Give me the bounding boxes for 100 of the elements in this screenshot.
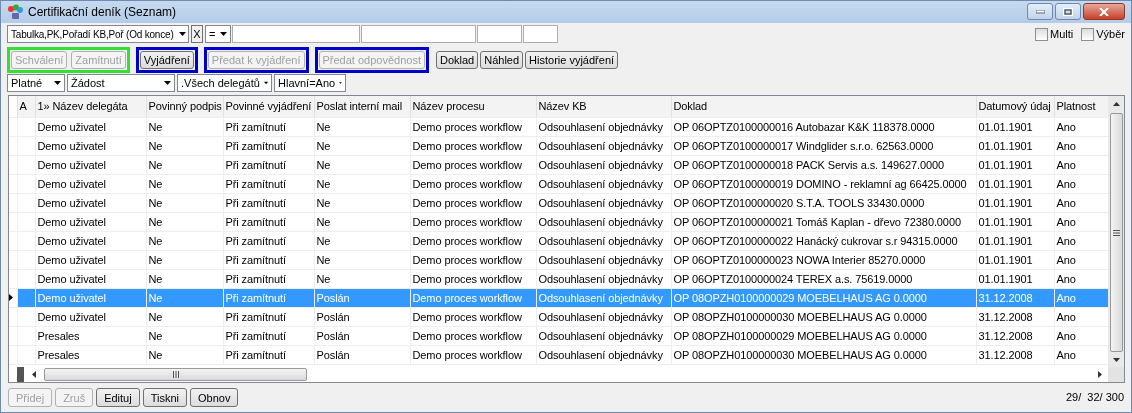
vertical-scrollbar[interactable]	[1108, 96, 1124, 367]
table-cell: Při zamítnutí	[223, 174, 314, 194]
checkbox-label: Výběr	[1096, 27, 1125, 43]
table-cell: Ne	[314, 231, 410, 251]
table-cell: OP 08OPZH0100000030 MOEBELHAUS AG 0.0000	[671, 345, 976, 365]
footer-button[interactable]: Obnov	[190, 388, 239, 407]
table-row[interactable]: Demo uživatel Ne Při zamítnutí Ne Demo proces workflow Odsouhlasení objednávky OP 06OPTZ0100000017 Windglider s.r.o. 62563.0000 01.01.1901 Ano	[9, 136, 1108, 156]
input-field[interactable]	[477, 25, 522, 44]
table-cell: Ne	[146, 326, 223, 346]
action-button[interactable]: Vyjádření	[139, 51, 194, 70]
table-row[interactable]: Demo uživatel Ne Při zamítnutí Ne Demo proces workflow Odsouhlasení objednávky OP 06OPTZ0100000016 Autobazar K&K 118378.0000 01.01.1901 Ano	[9, 117, 1108, 137]
table-cell: 31.12.2008	[976, 345, 1054, 365]
table-cell: OP 08OPZH0100000029 MOEBELHAUS AG 0.0000	[671, 326, 976, 346]
table-cell: Demo proces workflow	[410, 326, 536, 346]
maximize-button[interactable]	[1055, 3, 1081, 21]
column-header[interactable]: Poslat interní mail	[314, 96, 410, 118]
table-cell: Demo uživatel	[35, 193, 146, 213]
table-row[interactable]: Demo uživatel Ne Při zamítnutí Ne Demo proces workflow Odsouhlasení objednávky OP 06OPTZ0100000020 S.T.A. TOOLS 33430.0000 01.01.1901 Ano	[9, 193, 1108, 213]
caret-icon	[179, 32, 186, 37]
table-cell: Ne	[146, 212, 223, 232]
table-row[interactable]: Demo uživatel Ne Při zamítnutí Ne Demo proces workflow Odsouhlasení objednávky OP 06OPTZ0100000021 Tomáš Kaplan - dřevo 72380.0000 01.01.1901 Ano	[9, 212, 1108, 232]
table-cell: Demo proces workflow	[410, 174, 536, 194]
column-header[interactable]: Doklad	[671, 96, 976, 118]
app-icon	[7, 3, 23, 20]
table-cell: Odsouhlasení objednávky	[536, 345, 671, 365]
column-header[interactable]: Datumový údaj	[976, 96, 1054, 118]
table-cell: OP 06OPTZ0100000024 TEREX a.s. 75619.0000	[671, 269, 976, 289]
table-cell: Ne	[146, 155, 223, 175]
table-row[interactable]: Demo uživatel Ne Při zamítnutí Ne Demo proces workflow Odsouhlasení objednávky OP 06OPTZ0100000019 DOMINO - reklamní ag 66425.0000 01.01.1901 Ano	[9, 174, 1108, 194]
table-cell: Při zamítnutí	[223, 212, 314, 232]
column-header[interactable]: Povinné vyjádření	[223, 96, 314, 118]
filter-dropdown[interactable]: Platné	[7, 74, 65, 93]
filter-dropdown[interactable]: Žádost	[67, 74, 175, 93]
table-row[interactable]: Presales Ne Při zamítnutí Poslán Demo proces workflow Odsouhlasení objednávky OP 08OPZH0100000030 MOEBELHAUS AG 0.0000 31.12.2008 Ano	[9, 345, 1108, 365]
sort-dropdown[interactable]: Tabulka,PK,Pořadí KB,Poř (Od konce)	[7, 25, 189, 44]
table-cell: Ne	[314, 193, 410, 213]
table-row[interactable]: Demo uživatel Ne Při zamítnutí Poslán Demo proces workflow Odsouhlasení objednávky OP 08OPZH0100000030 MOEBELHAUS AG 0.0000 31.12.2008 Ano	[9, 307, 1108, 327]
column-header[interactable]: 1» Název delegáta	[35, 96, 146, 118]
table-row[interactable]: Demo uživatel Ne Při zamítnutí Ne Demo proces workflow Odsouhlasení objednávky OP 06OPTZ0100000018 PACK Servis a.s. 149627.0000 01.01.1901 Ano	[9, 155, 1108, 175]
table-cell: Demo proces workflow	[410, 193, 536, 213]
footer-button[interactable]: Tiskni	[142, 388, 187, 407]
table-cell: Poslán	[314, 326, 410, 346]
record-counter: 29/ 32/ 300	[1065, 390, 1124, 406]
table-cell: Při zamítnutí	[223, 231, 314, 251]
filter-dropdown[interactable]: .Všech delegátů	[177, 74, 272, 93]
scroll-up-icon	[1112, 102, 1120, 107]
input-field[interactable]	[523, 25, 558, 44]
table-cell: Demo uživatel	[35, 155, 146, 175]
table-row[interactable]: Demo uživatel Ne Při zamítnutí Ne Demo proces workflow Odsouhlasení objednávky OP 06OPTZ0100000022 Hanácký cukrovar s.r 94315.0000 01.01.1901 Ano	[9, 231, 1108, 251]
checkbox[interactable]	[1081, 27, 1095, 41]
table-cell: Ne	[146, 345, 223, 365]
table-cell: Demo proces workflow	[410, 117, 536, 137]
table-cell: Poslán	[314, 307, 410, 327]
column-header[interactable]: Platnost	[1054, 96, 1108, 118]
table-cell: Odsouhlasení objednávky	[536, 326, 671, 346]
minimize-button[interactable]	[1027, 3, 1053, 21]
action-button[interactable]: Doklad	[435, 51, 479, 70]
table-cell: Ne	[314, 155, 410, 175]
action-button[interactable]: Náhled	[480, 51, 524, 70]
table-cell: Poslán	[314, 345, 410, 365]
table-cell: OP 06OPTZ0100000017 Windglider s.r.o. 62563.0000	[671, 136, 976, 156]
input-field[interactable]	[361, 25, 476, 44]
table-cell: 01.01.1901	[976, 231, 1054, 251]
restore-icon	[1063, 7, 1073, 16]
table-cell: 31.12.2008	[976, 326, 1054, 346]
table-cell: Odsouhlasení objednávky	[536, 193, 671, 213]
checkbox-label: Multi	[1050, 27, 1074, 43]
table-row[interactable]: Presales Ne Při zamítnutí Poslán Demo proces workflow Odsouhlasení objednávky OP 08OPZH0100000029 MOEBELHAUS AG 0.0000 31.12.2008 Ano	[9, 326, 1108, 346]
filter-dropdown[interactable]: Hlavní=Ano	[274, 74, 346, 93]
table-cell: Ne	[146, 250, 223, 270]
table-cell: Ne	[146, 269, 223, 289]
operator-dropdown[interactable]: =	[205, 25, 231, 44]
close-button[interactable]	[1083, 3, 1125, 21]
table-cell: Ne	[146, 307, 223, 327]
table-cell: Ne	[314, 136, 410, 156]
checkbox[interactable]	[1035, 27, 1048, 41]
table-cell: Demo uživatel	[35, 117, 146, 137]
table-cell: Odsouhlasení objednávky	[536, 117, 671, 137]
scroll-right-icon	[1098, 371, 1102, 378]
table-cell: Při zamítnutí	[223, 269, 314, 289]
table-cell: OP 06OPTZ0100000020 S.T.A. TOOLS 33430.0000	[671, 193, 976, 213]
clear-button[interactable]: X	[191, 25, 203, 44]
column-header[interactable]: Povinný podpis	[146, 96, 223, 118]
column-header[interactable]: Název KB	[536, 96, 671, 118]
table-row[interactable]: Demo uživatel Ne Při zamítnutí Ne Demo proces workflow Odsouhlasení objednávky OP 06OPTZ0100000023 NOWA Interier 85270.0000 01.01.1901 Ano	[9, 250, 1108, 270]
table-cell: Ne	[146, 117, 223, 137]
table-cell: 01.01.1901	[976, 269, 1054, 289]
close-icon	[1099, 7, 1109, 16]
input-field[interactable]	[232, 25, 360, 44]
table-cell: OP 06OPTZ0100000022 Hanácký cukrovar s.r 94315.0000	[671, 231, 976, 251]
column-header[interactable]: Název procesu	[410, 96, 536, 118]
table-cell: Ne	[146, 231, 223, 251]
footer-button[interactable]: Edituj	[96, 388, 140, 407]
table-cell: 01.01.1901	[976, 136, 1054, 156]
table-row[interactable]: Demo uživatel Ne Při zamítnutí Ne Demo proces workflow Odsouhlasení objednávky OP 06OPTZ0100000024 TEREX a.s. 75619.0000 01.01.1901 Ano	[9, 269, 1108, 289]
table-cell: OP 06OPTZ0100000018 PACK Servis a.s. 149627.0000	[671, 155, 976, 175]
table-cell: 01.01.1901	[976, 155, 1054, 175]
table-cell: Odsouhlasení objednávky	[536, 250, 671, 270]
caret-icon	[54, 81, 61, 86]
action-button[interactable]: Historie vyjádření	[525, 51, 619, 70]
